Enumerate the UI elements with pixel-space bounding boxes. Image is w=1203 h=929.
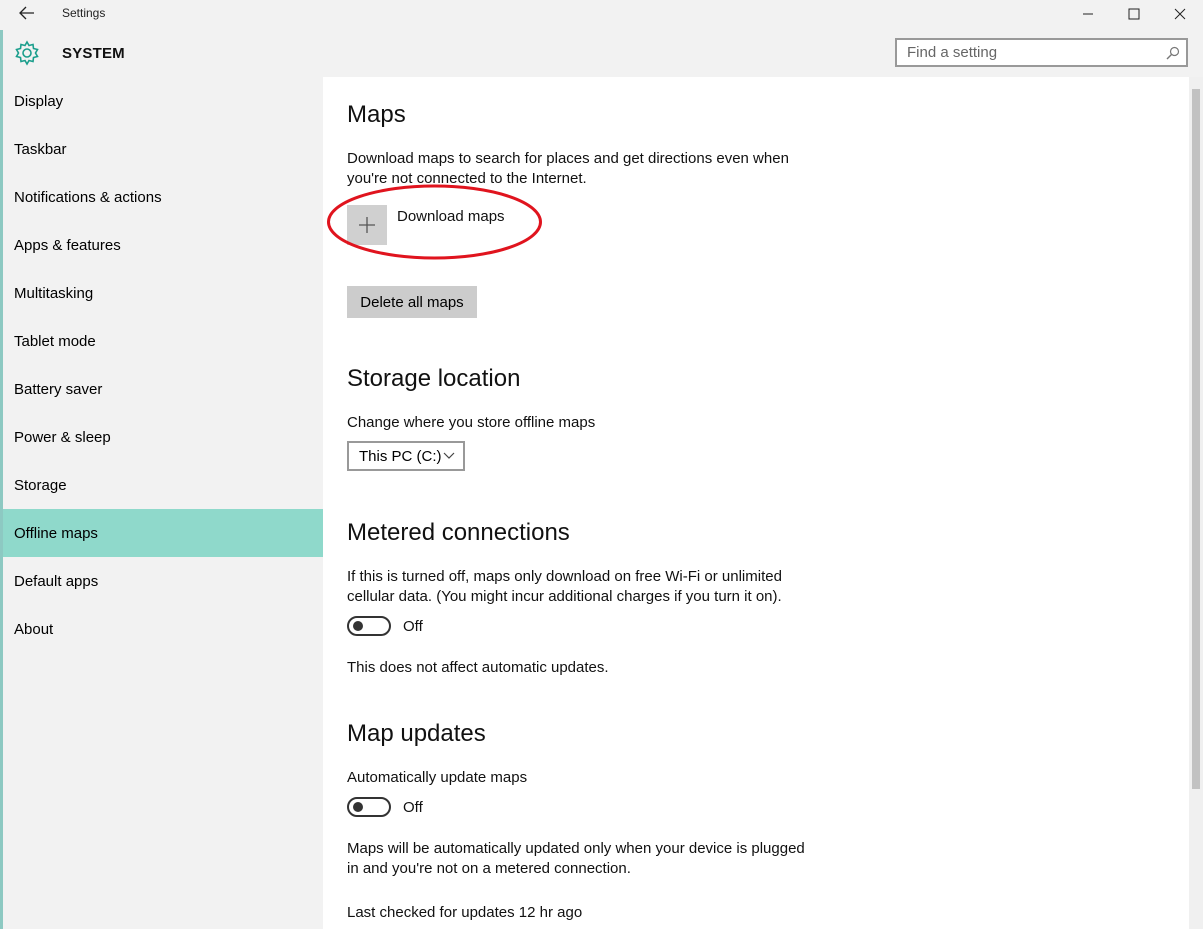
metered-toggle[interactable] [347,616,391,636]
maps-description: Download maps to search for places and g… [347,150,789,187]
toggle-knob [353,621,363,631]
minimize-icon [1083,13,1093,15]
storage-heading: Storage location [347,365,521,392]
sidebar-item-default-apps[interactable]: Default apps [3,557,323,605]
sidebar-item-battery-saver[interactable]: Battery saver [3,365,323,413]
maps-heading: Maps [347,101,406,128]
title-bar: Settings [0,0,1203,28]
download-maps-label[interactable]: Download maps [397,208,505,225]
sidebar-item-storage[interactable]: Storage [3,461,323,509]
sidebar-item-power-sleep[interactable]: Power & sleep [3,413,323,461]
maximize-button[interactable] [1111,0,1157,28]
back-arrow-icon [19,6,34,20]
map-updates-heading: Map updates [347,720,486,747]
sidebar-nav: Display Taskbar Notifications & actions … [3,77,323,929]
gear-icon [15,40,39,66]
toggle-knob [353,802,363,812]
storage-location-value: This PC (C:) [359,447,442,465]
map-updates-toggle-row: Off [347,797,423,817]
plus-tile[interactable] [347,205,387,245]
scrollbar[interactable] [1189,77,1203,929]
search-input[interactable] [897,40,1157,65]
delete-all-maps-button[interactable]: Delete all maps [347,286,477,318]
maximize-icon [1128,8,1140,20]
sidebar-item-tablet-mode[interactable]: Tablet mode [3,317,323,365]
sidebar-item-apps-features[interactable]: Apps & features [3,221,323,269]
storage-description: Change where you store offline maps [347,414,596,431]
close-button[interactable] [1157,0,1203,28]
map-updates-toggle[interactable] [347,797,391,817]
map-updates-description: Automatically update maps [347,769,528,786]
content-pane: Maps Download maps to search for places … [323,77,1189,929]
window-title: Settings [62,6,106,20]
close-icon [1174,8,1186,20]
settings-header: SYSTEM [0,28,1203,77]
sidebar-item-offline-maps[interactable]: Offline maps [3,509,323,557]
section-title: SYSTEM [62,45,125,62]
sidebar-item-taskbar[interactable]: Taskbar [3,125,323,173]
metered-toggle-row: Off [347,616,423,636]
minimize-button[interactable] [1065,0,1111,28]
sidebar-item-display[interactable]: Display [3,77,323,125]
chevron-down-icon [443,452,455,459]
sidebar-item-multitasking[interactable]: Multitasking [3,269,323,317]
metered-heading: Metered connections [347,519,570,546]
map-updates-note: Maps will be automatically updated only … [347,840,805,877]
plus-icon [359,217,375,233]
scrollbar-thumb[interactable] [1192,89,1200,789]
storage-location-select[interactable]: This PC (C:) [347,441,465,471]
back-button[interactable] [13,2,41,24]
map-updates-toggle-state: Off [403,798,423,816]
sidebar-item-notifications[interactable]: Notifications & actions [3,173,323,221]
metered-note: This does not affect automatic updates. [347,659,609,676]
download-maps-button[interactable]: Download maps [327,184,542,260]
metered-toggle-state: Off [403,617,423,635]
metered-description: If this is turned off, maps only downloa… [347,568,782,605]
sidebar-item-about[interactable]: About [3,605,323,653]
last-checked-text: Last checked for updates 12 hr ago [347,904,583,921]
search-box[interactable] [895,38,1188,67]
search-icon[interactable] [1166,46,1180,60]
